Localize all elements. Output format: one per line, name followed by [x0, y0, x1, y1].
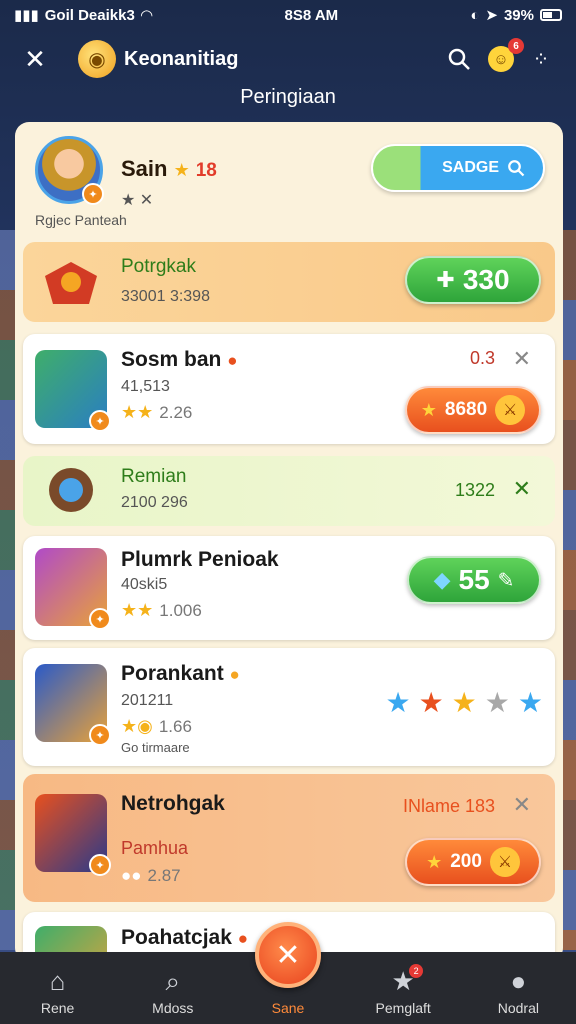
- list-item[interactable]: ✦ Porankant ● 201211 ★◉ 1.66 Go tirmaare …: [23, 648, 555, 766]
- row-title: Netrohgak: [121, 792, 225, 815]
- center-action-button[interactable]: ✕: [255, 922, 321, 988]
- row-title: Remian: [121, 466, 187, 487]
- buy-button[interactable]: ★ 200 ⚔: [405, 838, 541, 886]
- hero-portrait: ✦: [35, 350, 111, 432]
- gem-button[interactable]: ◆ 55 ✎: [407, 556, 541, 604]
- star-icon: ★: [420, 399, 437, 420]
- row-rating: ★◉ 1.66: [121, 716, 192, 736]
- battery-percent: 39%: [503, 6, 534, 24]
- battery-icon: [539, 9, 562, 21]
- row-sub: 33001 3:398: [121, 288, 210, 305]
- star-icon: ★: [418, 687, 444, 718]
- close-icon[interactable]: ✕: [513, 476, 531, 502]
- star-icon: ★: [451, 687, 477, 718]
- star-icon: ★★: [121, 600, 154, 620]
- hero-portrait: ✦: [35, 794, 111, 876]
- more-icon[interactable]: ⁘: [524, 42, 558, 76]
- potion-icon: [35, 452, 107, 530]
- profile-card: ✦ Sain ★ 18 ★ ✕ Rgjec Panteah SADGE: [35, 136, 545, 236]
- row-rating: ★★ 2.26: [121, 402, 193, 422]
- star-icon: ★: [173, 160, 190, 180]
- plus-icon: ✚: [436, 267, 455, 292]
- wifi-icon: ◠: [140, 7, 153, 24]
- tab-achievements[interactable]: ★ 2 Pemglaft: [355, 964, 451, 1016]
- gem-icon: ◆: [433, 567, 451, 592]
- search-button[interactable]: SADGE: [371, 144, 545, 192]
- badge-icon: ✦: [89, 724, 111, 746]
- tab-home[interactable]: ⌂ Rene: [10, 968, 106, 1016]
- row-caption: Go tirmaare: [121, 740, 190, 755]
- hero-portrait: ✦: [35, 548, 111, 630]
- close-icon: ✕: [275, 938, 301, 972]
- badge-icon: ✦: [89, 854, 111, 876]
- list-item[interactable]: Potrgkak 33001 3:398 ✚ 330: [23, 242, 555, 322]
- buy-button[interactable]: ★ 8680 ⚔: [405, 386, 541, 434]
- status-time: 8S8 AM: [284, 6, 339, 24]
- row-sub: 41,513: [121, 378, 170, 395]
- star-icon: ★: [517, 687, 543, 718]
- notification-button[interactable]: ☺ 6: [488, 38, 524, 72]
- leaderboard-panel: ✦ Sain ★ 18 ★ ✕ Rgjec Panteah SADGE Potrg…: [15, 122, 563, 962]
- avatar[interactable]: ✦: [35, 136, 104, 205]
- close-icon[interactable]: ✕: [513, 346, 531, 372]
- claim-button[interactable]: ✚ 330: [405, 256, 541, 304]
- search-icon[interactable]: [442, 42, 476, 76]
- row-sub: 201211: [121, 692, 174, 709]
- home-icon: ⌂: [49, 966, 66, 996]
- sword-icon: ⚔: [495, 395, 526, 425]
- signal-icon: ▮▮▮: [14, 7, 39, 24]
- app-logo: ◉: [78, 40, 116, 78]
- badge-icon: ✦: [82, 183, 104, 205]
- feather-icon: ✎: [497, 569, 515, 592]
- row-value: INlame 183: [402, 796, 495, 816]
- star-icon: ★: [484, 687, 510, 718]
- row-value: 0.3: [469, 348, 495, 368]
- badge-icon: ✦: [89, 608, 111, 630]
- search-icon: [508, 160, 525, 177]
- star-icon: ★: [385, 687, 411, 718]
- close-icon[interactable]: ✕: [18, 42, 52, 76]
- row-sub: Pamhua: [121, 838, 189, 858]
- carrier-name: Goil Deaikk3: [44, 6, 135, 24]
- row-title: Poahatcjak ●: [121, 926, 249, 949]
- row-sub: 40ski5: [121, 576, 168, 593]
- notification-badge: 6: [508, 38, 524, 54]
- star-icon: ★◉: [121, 716, 153, 736]
- row-title: Plumrk Penioak: [121, 548, 279, 571]
- row-rating: ●● 2.87: [121, 866, 181, 885]
- status-bar: ▮▮▮ Goil Deaikk3 ◠ 8S8 AM ◐ ➤ 39%: [0, 0, 576, 30]
- list-item[interactable]: ✦ Sosm ban ● 41,513 ★★ 2.26 0.3 ✕ ★ 8680 …: [23, 334, 555, 444]
- sword-icon: ⚔: [489, 847, 520, 877]
- top-nav: ✕ ◉ Keonanitiag ☺ 6 ⁘: [0, 34, 576, 84]
- tab-profile[interactable]: ● Nodral: [470, 968, 566, 1016]
- list-item[interactable]: ✦ Netrohgak Pamhua ●● 2.87 INlame 183 ✕ ★…: [23, 774, 555, 902]
- badge-icon: ✦: [89, 410, 111, 432]
- tab-badge: 2: [409, 964, 424, 978]
- row-title: Potrgkak: [121, 256, 196, 277]
- star-icon: ★★: [121, 402, 154, 422]
- list-item[interactable]: Remian 2100 296 1322 ✕: [23, 456, 555, 526]
- location-icon: ➤: [485, 7, 498, 24]
- page-title: Peringiaan: [240, 86, 336, 108]
- profile-caption: Rgjec Panteah: [35, 212, 127, 228]
- row-rating: ★★ 1.006: [121, 600, 202, 620]
- row-value: 1322: [454, 480, 495, 500]
- profile-sub: ★ ✕: [121, 192, 154, 209]
- list-item[interactable]: ✦ Plumrk Penioak 40ski5 ★★ 1.006 ◆ 55 ✎: [23, 536, 555, 640]
- chest-icon: [35, 246, 107, 324]
- row-title: Porankant ●: [121, 662, 240, 685]
- hero-portrait: ✦: [35, 664, 111, 746]
- row-sub: 2100 296: [121, 494, 188, 511]
- profile-icon: ●: [510, 966, 527, 996]
- search-icon: ⌕: [165, 966, 181, 996]
- row-title: Sosm ban ●: [121, 348, 238, 371]
- moon-icon: ◐: [470, 6, 480, 24]
- app-title: Keonanitiag: [124, 47, 239, 70]
- paw-icon: ●●: [121, 866, 142, 885]
- profile-name: Sain ★ 18: [121, 156, 217, 181]
- tab-search[interactable]: ⌕ Mdoss: [125, 968, 221, 1016]
- star-rating: ★ ★ ★ ★ ★: [385, 686, 543, 719]
- star-icon: ★: [426, 851, 443, 872]
- close-icon[interactable]: ✕: [513, 792, 531, 818]
